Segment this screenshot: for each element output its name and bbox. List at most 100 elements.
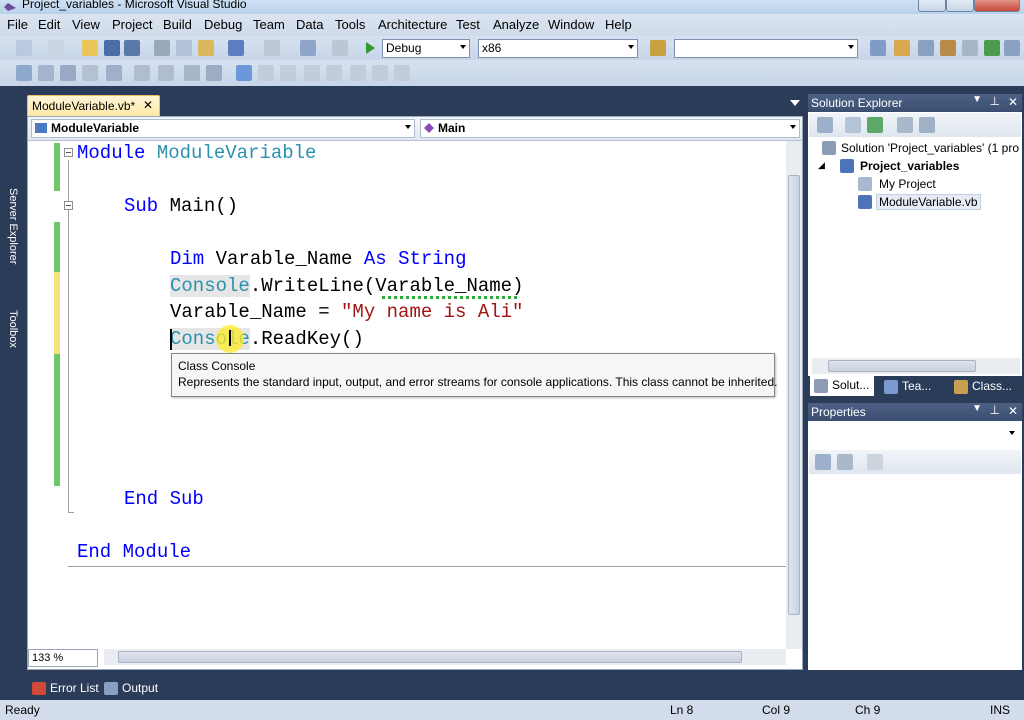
display-object-member-list-icon[interactable]: [16, 65, 32, 81]
tab-dropdown-icon[interactable]: [790, 100, 800, 106]
next-bookmark-in-document-icon[interactable]: [372, 65, 388, 81]
tab-error-list[interactable]: Error List: [28, 679, 103, 698]
types-dropdown[interactable]: ModuleVariable: [31, 119, 415, 138]
properties-menu-icon[interactable]: ▼: [972, 403, 982, 414]
solution-explorer-hscrollbar[interactable]: [812, 358, 1020, 374]
property-pages-icon[interactable]: [867, 454, 883, 470]
collapse-sub-icon[interactable]: [64, 201, 73, 210]
menu-build[interactable]: Build: [163, 17, 192, 32]
solution-explorer-toolbar-icon[interactable]: [870, 40, 886, 56]
show-all-files-icon[interactable]: [845, 117, 861, 133]
tree-project[interactable]: Project_variables: [860, 159, 959, 173]
menu-help[interactable]: Help: [605, 17, 632, 32]
paste-icon[interactable]: [198, 40, 214, 56]
view-code-icon[interactable]: [897, 117, 913, 133]
properties-pin-icon[interactable]: ⊥: [990, 403, 1000, 417]
previous-bookmark-in-document-icon[interactable]: [350, 65, 366, 81]
word-completion-icon[interactable]: [82, 65, 98, 81]
toolbox-tab[interactable]: Toolbox: [1, 310, 19, 348]
start-page-icon[interactable]: [984, 40, 1000, 56]
cut-icon[interactable]: [154, 40, 170, 56]
new-project-icon[interactable]: [16, 40, 32, 56]
close-button[interactable]: [974, 0, 1020, 12]
close-tab-icon[interactable]: ✕: [143, 98, 153, 112]
comment-out-icon[interactable]: [158, 65, 174, 81]
panel-menu-icon[interactable]: ▼: [972, 94, 982, 105]
save-all-icon[interactable]: [124, 40, 140, 56]
uncomment-icon[interactable]: [184, 65, 200, 81]
increase-indent-icon[interactable]: [134, 65, 150, 81]
collapse-module-icon[interactable]: [64, 148, 73, 157]
tree-module-file[interactable]: ModuleVariable.vb: [876, 194, 981, 210]
maximize-button[interactable]: [946, 0, 974, 12]
menu-tools[interactable]: Tools: [335, 17, 365, 32]
navigate-forward-icon[interactable]: [332, 40, 348, 56]
zoom-level-select[interactable]: 133 %: [28, 649, 98, 667]
tree-my-project[interactable]: My Project: [879, 177, 936, 191]
toolbox-toolbar-icon[interactable]: [940, 40, 956, 56]
find-combo[interactable]: [674, 39, 858, 58]
menu-edit[interactable]: Edit: [38, 17, 60, 32]
properties-object-select[interactable]: [810, 426, 1018, 445]
properties-toolbar-icon[interactable]: [894, 40, 910, 56]
menu-view[interactable]: View: [72, 17, 100, 32]
menu-architecture[interactable]: Architecture: [378, 17, 447, 32]
toggle-bookmark-icon[interactable]: [236, 65, 252, 81]
tab-output[interactable]: Output: [100, 679, 162, 698]
editor-horizontal-scrollbar[interactable]: [104, 649, 786, 665]
tree-solution[interactable]: Solution 'Project_variables' (1 pro: [841, 141, 1019, 155]
server-explorer-tab[interactable]: Server Explorer: [1, 188, 19, 264]
object-browser-icon[interactable]: [918, 40, 934, 56]
format-document-icon[interactable]: [206, 65, 222, 81]
horizontal-scroll-thumb[interactable]: [118, 651, 742, 663]
properties-close-icon[interactable]: ✕: [1008, 404, 1018, 418]
clear-bookmarks-icon[interactable]: [394, 65, 410, 81]
vertical-scroll-thumb[interactable]: [788, 175, 800, 615]
next-bookmark-icon[interactable]: [280, 65, 296, 81]
editor-vertical-scrollbar[interactable]: [786, 141, 802, 649]
tab-solution-explorer[interactable]: Solut...: [810, 376, 874, 396]
solution-configuration-select[interactable]: Debug: [382, 39, 470, 58]
panel-close-icon[interactable]: ✕: [1008, 95, 1018, 109]
undo-icon[interactable]: [228, 40, 244, 56]
refresh-icon[interactable]: [867, 117, 883, 133]
menu-file[interactable]: File: [7, 17, 28, 32]
alphabetical-icon[interactable]: [837, 454, 853, 470]
decrease-indent-icon[interactable]: [106, 65, 122, 81]
tab-class-view[interactable]: Class...: [950, 378, 1020, 396]
next-bookmark-in-folder-icon[interactable]: [326, 65, 342, 81]
menu-data[interactable]: Data: [296, 17, 323, 32]
document-tab-label: ModuleVariable.vb*: [32, 99, 136, 113]
class-diagram-icon[interactable]: [919, 117, 935, 133]
properties-icon[interactable]: [817, 117, 833, 133]
open-folder-icon[interactable]: [82, 40, 98, 56]
pin-icon[interactable]: ⊥: [990, 94, 1000, 108]
document-tab-modulevariable[interactable]: ModuleVariable.vb* ✕: [27, 95, 160, 116]
toolbar-overflow-icon[interactable]: [1004, 40, 1020, 56]
copy-icon[interactable]: [176, 40, 192, 56]
menu-analyze[interactable]: Analyze: [493, 17, 539, 32]
menu-debug[interactable]: Debug: [204, 17, 242, 32]
add-item-icon[interactable]: [48, 40, 64, 56]
navigate-backward-icon[interactable]: [300, 40, 316, 56]
solution-explorer-scroll-thumb[interactable]: [828, 360, 976, 372]
extension-manager-icon[interactable]: [962, 40, 978, 56]
redo-icon[interactable]: [264, 40, 280, 56]
find-in-files-icon[interactable]: [650, 40, 666, 56]
categorized-icon[interactable]: [815, 454, 831, 470]
quick-info-icon[interactable]: [60, 65, 76, 81]
previous-bookmark-in-folder-icon[interactable]: [304, 65, 320, 81]
tab-team-explorer[interactable]: Tea...: [880, 378, 944, 396]
menu-window[interactable]: Window: [548, 17, 594, 32]
menu-test[interactable]: Test: [456, 17, 480, 32]
parameter-info-icon[interactable]: [38, 65, 54, 81]
members-dropdown[interactable]: Main: [420, 119, 800, 138]
solution-platform-select[interactable]: x86: [478, 39, 638, 58]
save-icon[interactable]: [104, 40, 120, 56]
expand-triangle-icon[interactable]: ◢: [818, 160, 825, 171]
menu-team[interactable]: Team: [253, 17, 285, 32]
previous-bookmark-icon[interactable]: [258, 65, 274, 81]
minimize-button[interactable]: [918, 0, 946, 12]
start-debugging-icon[interactable]: [362, 40, 378, 56]
menu-project[interactable]: Project: [112, 17, 152, 32]
